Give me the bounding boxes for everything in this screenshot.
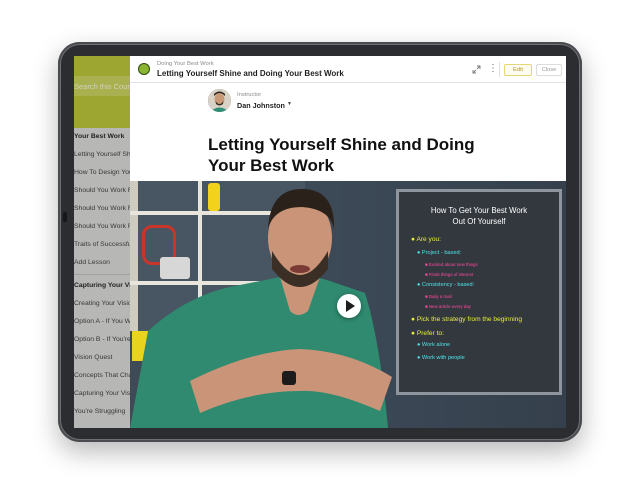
instructor-photo bbox=[208, 89, 231, 112]
sidebar-lesson-item[interactable]: Option B - If You're I bbox=[74, 331, 130, 349]
board-line: ● Are you: bbox=[411, 236, 442, 243]
sidebar-lesson-item[interactable]: Traits of Successful E bbox=[74, 236, 130, 254]
sidebar-lesson-list: Your Best WorkLetting Yourself ShineHow … bbox=[74, 128, 130, 421]
lesson-panel: Doing Your Best Work Letting Yourself Sh… bbox=[130, 56, 566, 428]
course-logo-icon bbox=[138, 63, 150, 75]
sidebar-lesson-item[interactable]: Should You Work Fo bbox=[74, 200, 130, 218]
more-vertical-icon[interactable]: ⋮ bbox=[488, 63, 498, 75]
play-icon[interactable] bbox=[337, 294, 361, 318]
course-name: Doing Your Best Work bbox=[157, 61, 214, 67]
sidebar-search-input[interactable]: Search this Course bbox=[74, 76, 130, 96]
board-line: ● Work with people bbox=[417, 355, 465, 361]
board-line: ■ Finds things of interest bbox=[425, 272, 474, 277]
board-line: ■ Excited about new things bbox=[425, 262, 478, 267]
board-title-line-1: How To Get Your Best Work bbox=[430, 206, 528, 215]
close-button[interactable]: Close bbox=[536, 64, 562, 76]
sidebar-lesson-item[interactable]: Should You Work Fo bbox=[74, 218, 130, 236]
lesson-title-small: Letting Yourself Shine and Doing Your Be… bbox=[157, 69, 344, 78]
sidebar-lesson-item[interactable]: How To Design Your bbox=[74, 164, 130, 182]
sidebar-divider bbox=[74, 274, 130, 275]
sidebar-section-title[interactable]: Your Best Work bbox=[74, 128, 130, 146]
instructor-name[interactable]: Dan Johnston bbox=[237, 101, 285, 110]
sidebar-header: Search this Course bbox=[74, 56, 130, 128]
sidebar-lesson-item[interactable]: Capturing Your Visio bbox=[74, 385, 130, 403]
lesson-title-line-2: Your Best Work bbox=[208, 156, 334, 175]
instructor-label: Instructor bbox=[237, 92, 262, 98]
sidebar-lesson-item[interactable]: Concepts That Cha bbox=[74, 367, 130, 385]
instructor-avatar[interactable] bbox=[208, 89, 231, 112]
sidebar-lesson-item[interactable]: Letting Yourself Shine bbox=[74, 146, 130, 164]
sidebar-lesson-item[interactable]: Vision Quest bbox=[74, 349, 130, 367]
board-line: ● Pick the strategy from the beginning bbox=[411, 316, 523, 323]
sidebar-lesson-item[interactable]: Add Lesson bbox=[74, 254, 130, 272]
lesson-title-line-1: Letting Yourself Shine and Doing bbox=[208, 135, 475, 154]
board-line: ● Work alone bbox=[417, 342, 451, 348]
sidebar-lesson-item[interactable]: Creating Your Vision bbox=[74, 295, 130, 313]
sidebar-lesson-item[interactable]: Option A - If You Wa bbox=[74, 313, 130, 331]
caret-down-icon[interactable]: ▼ bbox=[287, 101, 292, 107]
tablet-camera bbox=[63, 212, 67, 222]
board-title-line-2: Out Of Yourself bbox=[452, 217, 506, 226]
sidebar-section-title[interactable]: Capturing Your Vision bbox=[74, 277, 130, 295]
sidebar-lesson-item[interactable]: You're Struggling bbox=[74, 403, 130, 421]
lesson-topbar: Doing Your Best Work Letting Yourself Sh… bbox=[130, 56, 566, 83]
presentation-board: How To Get Your Best Work Out Of Yoursel… bbox=[396, 189, 562, 395]
stage: Search this Course Your Best WorkLetting… bbox=[0, 0, 640, 480]
edit-button[interactable]: Edit bbox=[504, 64, 532, 76]
board-line: ● Prefer to: bbox=[411, 330, 444, 337]
board-line: ■ New article every day bbox=[425, 304, 471, 309]
course-sidebar: Search this Course Your Best WorkLetting… bbox=[74, 56, 130, 428]
board-line: ● Project - based: bbox=[417, 250, 462, 256]
tablet-screen: Search this Course Your Best WorkLetting… bbox=[74, 56, 566, 428]
board-line: ● Consistency - based: bbox=[417, 282, 475, 288]
board-line: ■ Daily a mail bbox=[425, 294, 452, 299]
topbar-divider bbox=[499, 62, 500, 77]
lesson-video[interactable]: How To Get Your Best Work Out Of Yoursel… bbox=[130, 181, 566, 428]
sidebar-lesson-item[interactable]: Should You Work Fo bbox=[74, 182, 130, 200]
expand-icon[interactable] bbox=[472, 65, 481, 74]
